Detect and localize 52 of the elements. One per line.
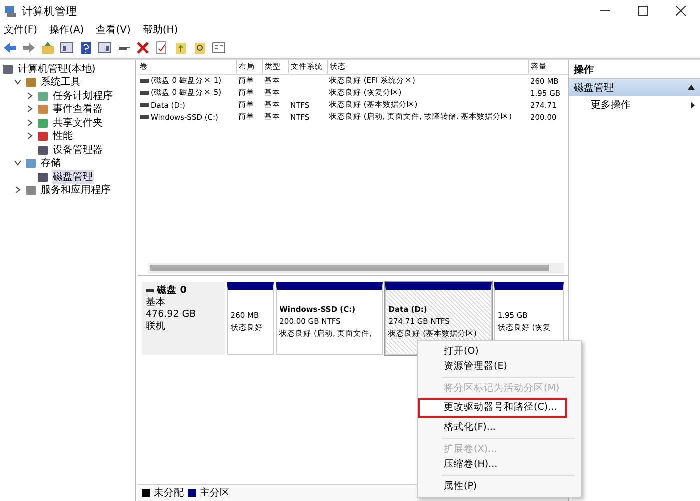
- chevron-icon[interactable]: [26, 92, 34, 100]
- window-title: 计算机管理: [22, 4, 77, 18]
- back-arrow-icon[interactable]: [3, 41, 17, 55]
- delete-icon[interactable]: [136, 41, 150, 55]
- disk-size: 476.92 GB: [146, 309, 198, 321]
- folder-up-icon[interactable]: [41, 41, 55, 55]
- context-menu-item[interactable]: 格式化(F)...: [418, 420, 581, 435]
- chevron-icon[interactable]: [26, 105, 34, 114]
- check-document-icon[interactable]: [155, 41, 169, 55]
- tree-item[interactable]: 磁盘管理: [52, 170, 94, 184]
- folder-import-icon[interactable]: [174, 41, 188, 55]
- action-pane-icon[interactable]: [98, 41, 112, 55]
- submenu-arrow-icon[interactable]: [691, 102, 695, 108]
- maximize-icon[interactable]: [638, 6, 648, 16]
- action-link[interactable]: 更多操作: [591, 98, 631, 112]
- menu-item[interactable]: 操作(A): [50, 23, 84, 37]
- disk-type: 基本: [146, 297, 167, 309]
- tree-item[interactable]: 设备管理器: [52, 142, 104, 157]
- tree-item[interactable]: 存储: [40, 156, 62, 170]
- horizontal-scrollbar[interactable]: [148, 263, 564, 273]
- chevron-icon[interactable]: [14, 159, 22, 168]
- tree-item[interactable]: 事件查看器: [52, 102, 104, 116]
- app-icon: [4, 4, 18, 18]
- disk-status: 联机: [146, 321, 167, 333]
- context-menu-item[interactable]: 更改驱动器号和路径(C)...: [418, 398, 567, 418]
- tree-item[interactable]: 系统工具: [40, 75, 82, 90]
- menu-item[interactable]: 帮助(H): [142, 23, 178, 37]
- context-menu-item[interactable]: 压缩卷(H)...: [418, 457, 581, 472]
- tree-item[interactable]: 任务计划程序: [52, 88, 114, 103]
- context-menu-item[interactable]: 属性(P): [418, 479, 581, 494]
- help-icon[interactable]: [79, 41, 93, 55]
- section-label: 磁盘管理: [574, 82, 614, 94]
- tree-item[interactable]: 服务和应用程序: [40, 183, 112, 198]
- context-menu-item[interactable]: 资源管理器(E): [418, 359, 581, 374]
- disk-name: 磁盘 0: [157, 285, 187, 297]
- collapse-icon[interactable]: [688, 85, 695, 90]
- chevron-icon[interactable]: [26, 132, 34, 140]
- menu-item[interactable]: 文件(F): [4, 23, 38, 37]
- console-pane-icon[interactable]: [60, 41, 74, 55]
- action-section-header[interactable]: 磁盘管理: [569, 79, 700, 96]
- chevron-icon[interactable]: [14, 78, 22, 86]
- menu-item[interactable]: 查看(V): [96, 23, 131, 37]
- legend-label: 主分区: [200, 486, 230, 500]
- tree-item[interactable]: 共享文件夹: [52, 116, 104, 130]
- chevron-icon[interactable]: [26, 118, 34, 127]
- legend-label: 未分配: [154, 486, 184, 500]
- forward-arrow-icon[interactable]: [22, 41, 36, 55]
- chevron-icon[interactable]: [14, 186, 22, 194]
- properties-icon[interactable]: [212, 41, 226, 55]
- close-icon[interactable]: [676, 6, 686, 16]
- tree-item[interactable]: 计算机管理(本地): [17, 62, 97, 76]
- tree-item[interactable]: 性能: [52, 129, 74, 144]
